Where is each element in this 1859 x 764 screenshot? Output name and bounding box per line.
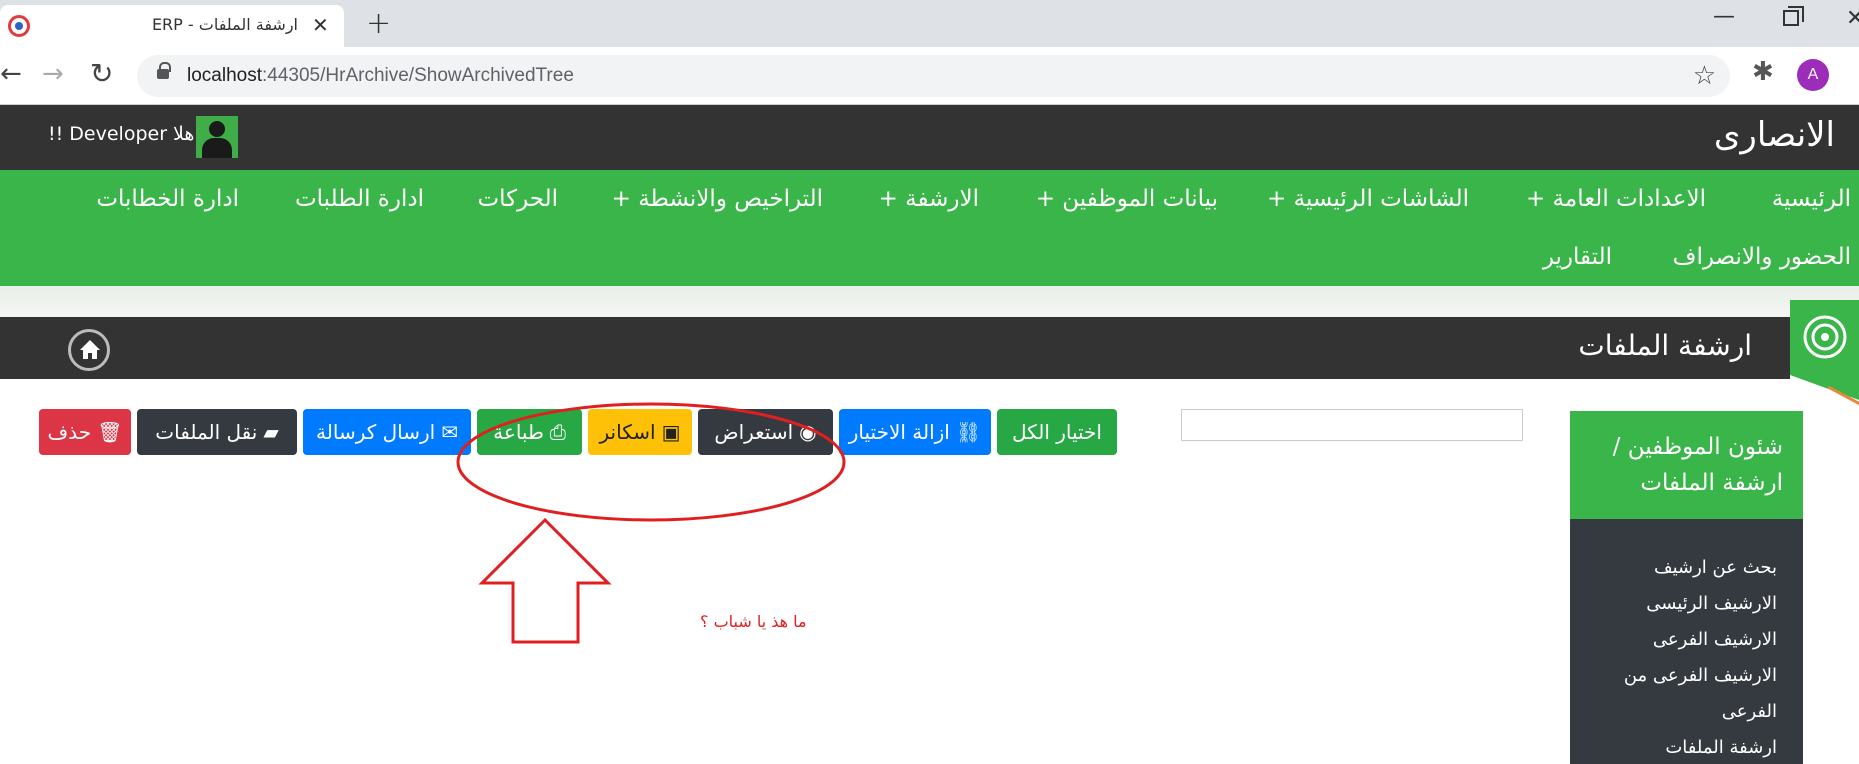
page-title: ارشفة الملفات [1578, 329, 1752, 362]
sidebar-item-archive-files[interactable]: ارشفة الملفات [1665, 737, 1777, 758]
home-button[interactable] [68, 329, 110, 371]
delete-button[interactable]: 🗑 حذف [39, 409, 131, 455]
home-icon [80, 340, 100, 359]
move-files-label: نقل الملفات [155, 420, 258, 444]
preview-label: استعراض [714, 420, 794, 444]
scanner-button[interactable]: ▣ اسكانر [588, 409, 692, 455]
send-message-button[interactable]: ✉ ارسال كرسالة [303, 409, 471, 455]
scanner-label: اسكانر [599, 420, 656, 444]
back-icon[interactable]: ← [0, 59, 22, 89]
sidebar-item-search-archive[interactable]: بحث عن ارشيف [1654, 557, 1777, 578]
select-all-label: اختيار الكل [1012, 420, 1102, 444]
address-toolbar: ← → ↻ localhost:44305/HrArchive/ShowArch… [0, 47, 1859, 105]
print-label: طباعة [493, 420, 544, 444]
nav-item-home[interactable]: الرئيسية [1772, 186, 1851, 212]
user-greeting[interactable]: اهلا Developer !! [48, 123, 200, 145]
nav-item-archiving[interactable]: الارشفة + [879, 186, 979, 212]
url-input[interactable]: localhost:44305/HrArchive/ShowArchivedTr… [137, 55, 1730, 97]
sidebar-heading: شئون الموظفين / ارشفة الملفات [1570, 411, 1803, 519]
sidebar-item-sub-of-sub[interactable]: الارشيف الفرعى من [1624, 665, 1777, 686]
envelope-icon: ✉ [441, 420, 458, 444]
url-host: localhost [187, 65, 262, 86]
profile-avatar[interactable]: A [1797, 59, 1829, 91]
deselect-label: ازالة الاختيار [848, 420, 950, 444]
send-message-label: ارسال كرسالة [316, 420, 436, 444]
url-path: :44305/HrArchive/ShowArchivedTree [262, 65, 574, 86]
sidebar-item-sub-of-sub-cont[interactable]: الفرعى [1722, 701, 1777, 722]
deselect-button[interactable]: ⛓ ازالة الاختيار [839, 409, 991, 455]
annotation-arrow [478, 517, 612, 644]
nav-item-main-screens[interactable]: الشاشات الرئيسية + [1267, 186, 1469, 212]
sidebar: بحث عن ارشيف الارشيف الرئيسى الارشيف الف… [1570, 519, 1803, 764]
search-input[interactable] [1181, 409, 1523, 441]
browser-tab[interactable]: ارشفة الملفات - ERP ✕ [0, 5, 344, 47]
preview-button[interactable]: ◉ استعراض [698, 409, 833, 455]
clipboard-check-icon: ▣ [661, 420, 681, 444]
print-button[interactable]: ⎙ طباعة [477, 409, 582, 455]
window-close-icon[interactable]: ✕ [1846, 6, 1859, 31]
target-logo-icon [1803, 315, 1847, 359]
page-title-bar: ارشفة الملفات [0, 317, 1790, 379]
forward-icon[interactable]: → [42, 59, 64, 89]
nav-item-licenses[interactable]: التراخيص والانشطة + [612, 186, 823, 212]
sidebar-item-main-archive[interactable]: الارشيف الرئيسى [1646, 593, 1777, 614]
nav-item-requests[interactable]: ادارة الطلبات [295, 186, 424, 212]
extensions-puzzle-icon[interactable]: ✱ [1752, 57, 1774, 87]
tab-close-icon[interactable]: ✕ [312, 13, 329, 37]
unlink-icon: ⛓ [955, 420, 982, 444]
nav-item-reports[interactable]: التقارير [1543, 244, 1612, 270]
nav-item-movements[interactable]: الحركات [477, 186, 558, 212]
lock-icon[interactable] [157, 62, 171, 79]
print-icon: ⎙ [549, 420, 566, 444]
eye-icon: ◉ [799, 420, 817, 444]
user-avatar-icon[interactable] [196, 116, 238, 158]
move-files-button[interactable]: ▰ نقل الملفات [137, 409, 297, 455]
bookmark-star-icon[interactable]: ☆ [1693, 61, 1716, 91]
browser-tabbar: ارشفة الملفات - ERP ✕ + — ✕ [0, 0, 1859, 47]
select-all-button[interactable]: اختيار الكل [997, 409, 1117, 455]
nav-item-employee-data[interactable]: بيانات الموظفين + [1036, 186, 1218, 212]
reload-icon[interactable]: ↻ [90, 57, 113, 90]
main-nav: الرئيسية الاعدادات العامة + الشاشات الرئ… [0, 170, 1859, 286]
site-favicon-icon [8, 15, 30, 37]
sidebar-item-sub-archive[interactable]: الارشيف الفرعى [1653, 629, 1777, 650]
brand-title[interactable]: الانصارى [1714, 115, 1835, 155]
delete-label: حذف [47, 420, 92, 444]
trash-icon: 🗑 [97, 420, 123, 444]
annotation-text: ما هذ يا شباب ؟ [700, 612, 807, 631]
nav-item-general-settings[interactable]: الاعدادات العامة + [1526, 186, 1706, 212]
nav-item-attendance[interactable]: الحضور والانصراف [1673, 244, 1851, 270]
url-text: localhost:44305/HrArchive/ShowArchivedTr… [187, 65, 574, 87]
new-tab-icon[interactable]: + [366, 6, 391, 41]
corner-logo [1790, 300, 1859, 400]
minimize-icon[interactable]: — [1713, 4, 1735, 29]
tab-title: ارشفة الملفات - ERP [151, 15, 298, 34]
decorative-strip [0, 286, 1859, 317]
folder-open-icon: ▰ [263, 420, 279, 444]
app-header: الانصارى اهلا Developer !! [0, 105, 1859, 170]
restore-icon[interactable] [1783, 6, 1804, 26]
nav-item-letters[interactable]: ادارة الخطابات [96, 186, 239, 212]
